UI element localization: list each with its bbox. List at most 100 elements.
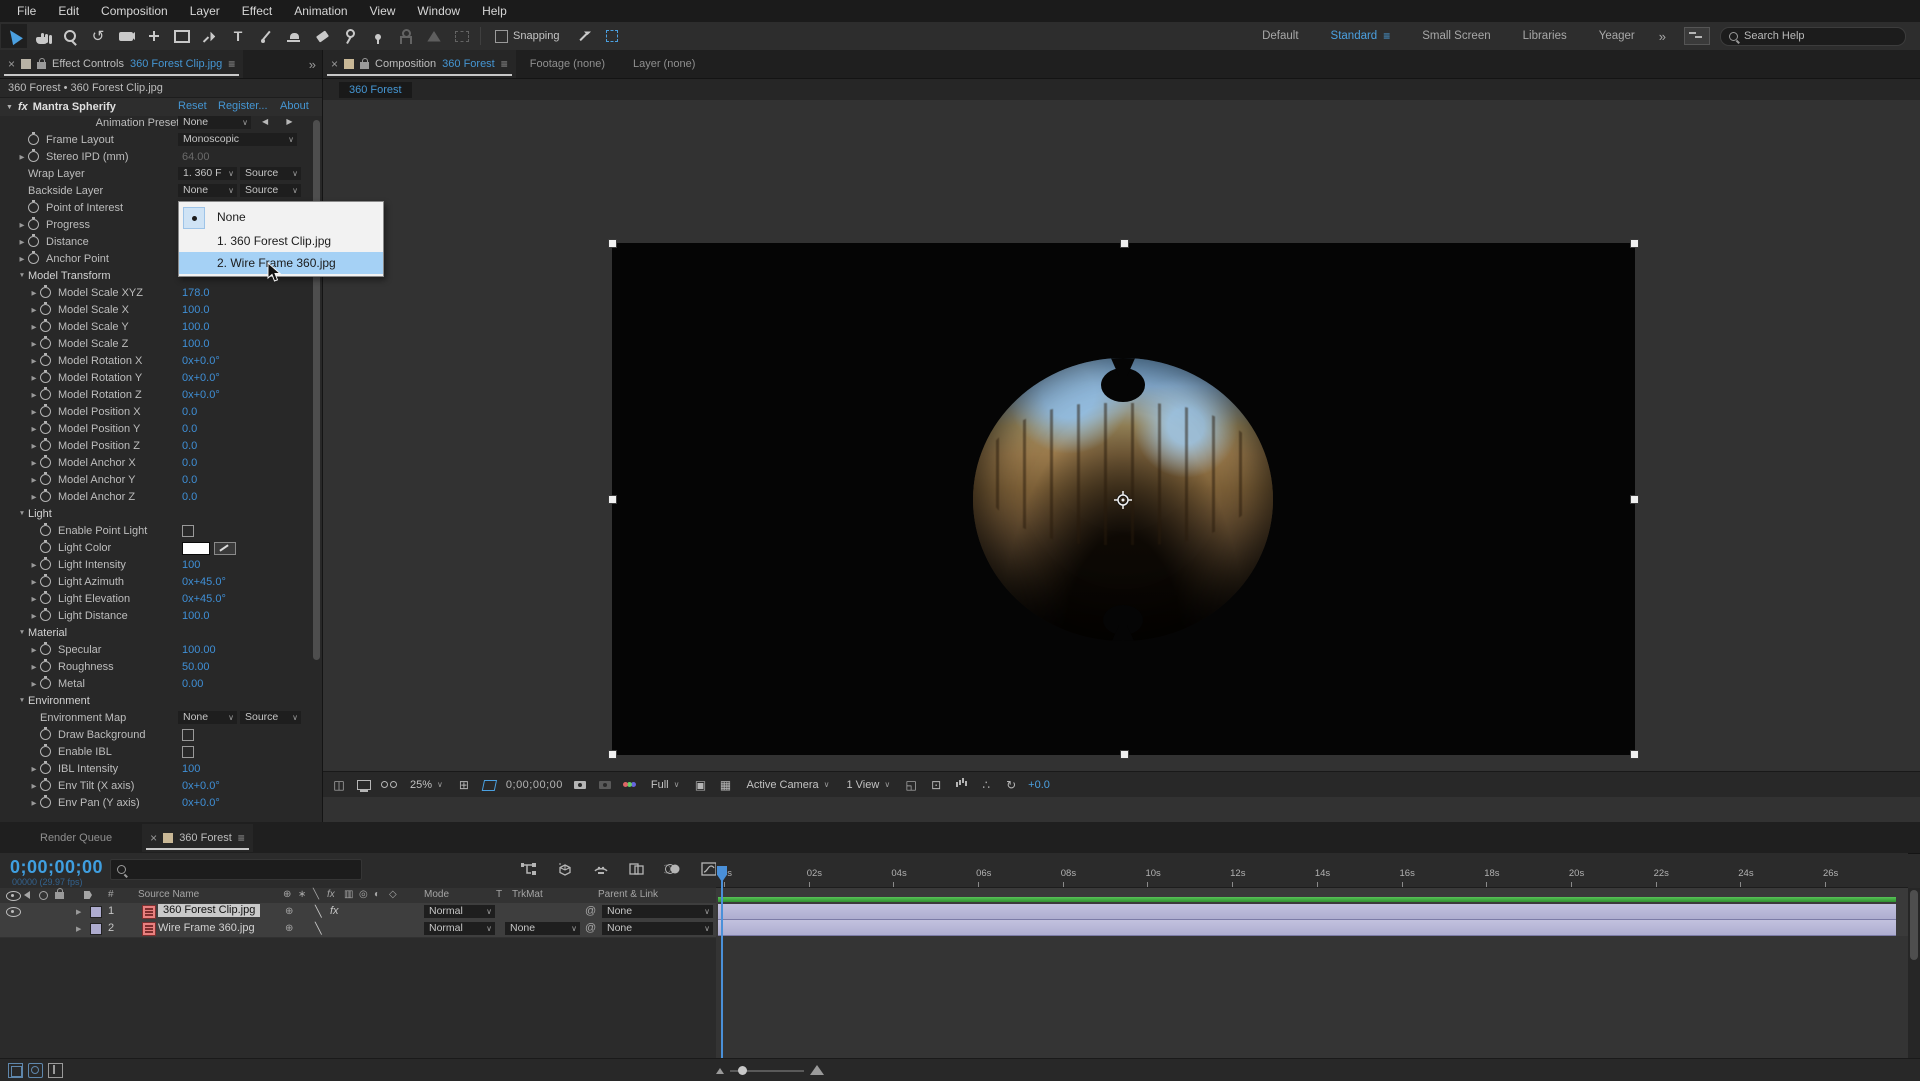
color-swatch[interactable] [182, 542, 210, 555]
tab-effect-controls[interactable]: × Effect Controls 360 Forest Clip.jpg ≡ [0, 50, 243, 78]
trkmat-column-header[interactable]: TrkMat [512, 889, 543, 900]
parameter-value[interactable]: 0x+0.0° [182, 389, 220, 401]
close-icon[interactable]: × [150, 831, 157, 845]
workspace-tab[interactable]: Yeager [1583, 30, 1651, 42]
resolution-select[interactable]: Full∨ [647, 779, 684, 791]
shy-toggle-icon[interactable]: ⊕ [285, 906, 293, 917]
parameter-value[interactable]: 0.0 [182, 423, 197, 435]
effect-parameter-row[interactable]: ▶ Light Distance 100.0 [0, 607, 322, 624]
effect-parameter-row[interactable]: ▶ Model Position Z 0.0 [0, 437, 322, 454]
expand-arrow-icon[interactable]: ▶ [28, 493, 40, 501]
stopwatch-icon[interactable] [40, 457, 51, 468]
shy-switch-icon[interactable]: ⊕ [283, 889, 291, 900]
type-tool-icon[interactable] [225, 24, 251, 48]
effect-parameter-row[interactable]: Frame Layout Monoscopic [0, 131, 322, 148]
effect-parameter-row[interactable]: ▼ Environment [0, 692, 322, 709]
expand-arrow-icon[interactable]: ▶ [28, 459, 40, 467]
effect-parameter-row[interactable]: ▶ Light Intensity 100 [0, 556, 322, 573]
shy-layers-ic[interactable] [592, 861, 610, 877]
eraser-tool-icon[interactable] [309, 24, 335, 48]
effect-parameter-row[interactable]: ▶ Env Tilt (X axis) 0x+0.0° [0, 777, 322, 794]
expand-arrow-icon[interactable]: ▶ [28, 391, 40, 399]
expand-arrow-icon[interactable]: ▶ [16, 221, 28, 229]
toggle-transfer-controls-icon[interactable] [28, 1063, 43, 1078]
effect-parameter-row[interactable]: Animation Presets: None ◀ ▶ [0, 114, 322, 131]
parameter-value[interactable]: 0x+0.0° [182, 780, 220, 792]
parameter-value[interactable]: 100.00 [182, 644, 216, 656]
pixel-aspect-icon[interactable]: ⊡ [928, 777, 944, 793]
stopwatch-icon[interactable] [40, 644, 51, 655]
source-name-column-header[interactable]: Source Name [138, 889, 199, 900]
parameter-value[interactable]: 0.0 [182, 491, 197, 503]
reset-link[interactable]: Reset [178, 100, 207, 112]
monitor-icon[interactable] [356, 777, 372, 793]
expand-arrow-icon[interactable]: ▼ [16, 629, 28, 636]
quality-switch-icon[interactable]: ╲ [313, 889, 319, 900]
selection-handle[interactable] [1630, 239, 1639, 248]
figure-tool-icon[interactable] [393, 24, 419, 48]
composition-viewer[interactable]: ◫ 25%∨ ⊞ 0;00;00;00 Full∨ ▣ ▦ Active Cam… [323, 100, 1920, 797]
menu-item[interactable]: Help [471, 4, 518, 18]
expand-arrow-icon[interactable]: ▶ [28, 323, 40, 331]
expand-arrow-icon[interactable]: ▶ [16, 238, 28, 246]
free-transform-tool-icon[interactable] [449, 24, 475, 48]
expand-arrow-icon[interactable]: ▶ [28, 595, 40, 603]
expand-arrow-icon[interactable]: ▶ [28, 680, 40, 688]
menu-item[interactable]: Edit [47, 4, 90, 18]
selection-tool-icon[interactable] [1, 24, 27, 48]
selection-handle[interactable] [1630, 750, 1639, 759]
stopwatch-icon[interactable] [40, 797, 51, 808]
histogram-icon[interactable] [953, 777, 969, 793]
stopwatch-icon[interactable] [40, 474, 51, 485]
help-search-input[interactable]: Search Help [1720, 27, 1906, 46]
stopwatch-icon[interactable] [40, 338, 51, 349]
pickwhip-icon[interactable]: @ [585, 905, 596, 917]
expand-arrow-icon[interactable]: ▶ [28, 289, 40, 297]
parameter-value[interactable]: 100.0 [182, 338, 210, 350]
expand-arrow-icon[interactable]: ▶ [28, 765, 40, 773]
parameter-value[interactable]: 100.0 [182, 304, 210, 316]
effect-parameter-row[interactable]: ▶ Model Scale Z 100.0 [0, 335, 322, 352]
stopwatch-icon[interactable] [40, 355, 51, 366]
effect-parameter-row[interactable]: ▶ Model Position X 0.0 [0, 403, 322, 420]
fx-toggle-icon[interactable]: fx [330, 905, 339, 917]
parent-select[interactable]: None [602, 922, 713, 935]
timeline-zoom-slider[interactable] [716, 1062, 826, 1078]
shared-view-icon[interactable]: ◱ [903, 777, 919, 793]
solo-column-icon[interactable] [39, 891, 48, 900]
zoom-out-icon[interactable] [716, 1068, 724, 1074]
workspace-overflow-icon[interactable]: » [1651, 29, 1674, 44]
parameter-checkbox[interactable] [182, 729, 194, 741]
selection-handle[interactable] [608, 239, 617, 248]
expand-arrow-icon[interactable]: ▼ [16, 697, 28, 704]
pickwhip-icon[interactable]: @ [585, 922, 596, 934]
panel-menu-icon[interactable]: ≡ [228, 57, 235, 71]
effect-parameter-row[interactable]: ▼ Light [0, 505, 322, 522]
expand-arrow-icon[interactable]: ▶ [28, 357, 40, 365]
magnification-select[interactable]: 25%∨ [406, 779, 447, 791]
layer-duration-bar[interactable] [718, 920, 1896, 936]
effect-parameter-row[interactable]: ▶ Model Anchor X 0.0 [0, 454, 322, 471]
stopwatch-icon[interactable] [40, 729, 51, 740]
expand-arrow-icon[interactable]: ▶ [28, 374, 40, 382]
stacked-panels-icon[interactable]: ◫ [331, 777, 347, 793]
motion-blur-switch-icon[interactable]: ◎ [359, 889, 368, 900]
current-time-display[interactable]: 0;00;00;00 [10, 857, 103, 878]
parameter-value[interactable]: 0x+0.0° [182, 355, 220, 367]
parameter-checkbox[interactable] [182, 525, 194, 537]
parameter-value[interactable]: 0x+45.0° [182, 593, 226, 605]
expand-arrow-icon[interactable]: ▶ [28, 561, 40, 569]
workspace-settings-icon[interactable] [1684, 27, 1710, 45]
preset-prev-next-icons[interactable]: ◀ ▶ [262, 117, 301, 126]
frame-blending-icon[interactable] [628, 861, 646, 877]
flowchart-icon[interactable]: ∴ [978, 777, 994, 793]
index-column-header[interactable]: # [108, 889, 114, 900]
expand-arrow-icon[interactable]: ▶ [28, 612, 40, 620]
effect-parameter-row[interactable]: ▶ Model Rotation Y 0x+0.0° [0, 369, 322, 386]
expand-arrow-icon[interactable]: ▶ [28, 442, 40, 450]
parameter-value[interactable]: 100.0 [182, 321, 210, 333]
target-mask-icon[interactable]: ▣ [692, 777, 708, 793]
effect-parameter-row[interactable]: Wrap Layer 1. 360 F Source [0, 165, 322, 182]
layer-anchor-point-icon[interactable] [1114, 491, 1132, 509]
snapping-checkbox[interactable] [495, 30, 508, 43]
